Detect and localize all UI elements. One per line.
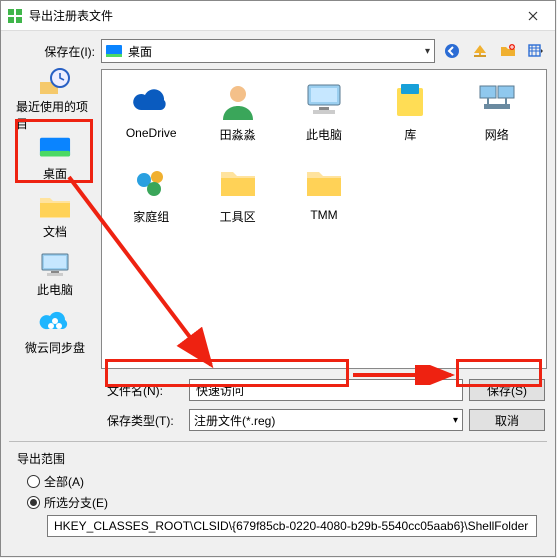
titlebar: 导出注册表文件 bbox=[1, 1, 555, 31]
save-in-combo[interactable]: 桌面 ▾ bbox=[101, 39, 435, 63]
view-menu-button[interactable] bbox=[525, 40, 547, 62]
cancel-button[interactable]: 取消 bbox=[469, 409, 545, 431]
save-in-label: 保存在(I): bbox=[9, 43, 95, 60]
item-label: 此电脑 bbox=[306, 126, 342, 143]
save-button-label: 保存(S) bbox=[487, 382, 527, 399]
places-cloud-label: 微云同步盘 bbox=[25, 339, 85, 356]
radio-branch-label: 所选分支(E) bbox=[44, 494, 108, 511]
export-section: 导出范围 全部(A) 所选分支(E) HKEY_CLASSES_ROOT\CLS… bbox=[9, 448, 547, 545]
filename-label: 文件名(N): bbox=[107, 382, 183, 399]
chevron-down-icon: ▾ bbox=[453, 415, 458, 426]
toolbar bbox=[441, 40, 547, 62]
user-icon bbox=[217, 80, 259, 122]
item-label: 库 bbox=[404, 126, 416, 143]
places-cloud[interactable]: 微云同步盘 bbox=[15, 305, 95, 359]
save-in-row: 保存在(I): 桌面 ▾ bbox=[9, 39, 547, 63]
folder-icon bbox=[217, 162, 259, 204]
separator bbox=[9, 441, 547, 442]
bottom-inputs: 文件名(N): 快速访问 保存(S) 保存类型(T): 注册文件(*.reg) … bbox=[101, 369, 547, 435]
close-button[interactable] bbox=[511, 1, 555, 31]
item-onedrive[interactable]: OneDrive bbox=[110, 80, 192, 150]
save-button[interactable]: 保存(S) bbox=[469, 379, 545, 401]
places-thispc[interactable]: 此电脑 bbox=[15, 247, 95, 301]
folder-icon bbox=[39, 193, 71, 221]
places-desktop-label: 桌面 bbox=[43, 165, 67, 182]
libraries-icon bbox=[389, 80, 431, 122]
folder-icon bbox=[303, 162, 345, 204]
filename-input[interactable]: 快速访问 bbox=[189, 379, 463, 401]
cancel-button-label: 取消 bbox=[495, 412, 519, 429]
cloud-icon bbox=[130, 80, 172, 122]
item-homegroup[interactable]: 家庭组 bbox=[110, 162, 192, 232]
file-pane[interactable]: OneDrive 田淼淼 此电脑 库 bbox=[101, 69, 547, 369]
filetype-value: 注册文件(*.reg) bbox=[194, 412, 275, 429]
back-button[interactable] bbox=[441, 40, 463, 62]
radio-icon bbox=[27, 475, 40, 488]
new-folder-button[interactable] bbox=[497, 40, 519, 62]
window-title: 导出注册表文件 bbox=[29, 7, 511, 24]
item-user[interactable]: 田淼淼 bbox=[196, 80, 278, 150]
filetype-combo[interactable]: 注册文件(*.reg) ▾ bbox=[189, 409, 463, 431]
item-label: 家庭组 bbox=[133, 208, 169, 225]
radio-all-label: 全部(A) bbox=[44, 473, 84, 490]
desktop-icon bbox=[106, 45, 122, 57]
monitor-icon bbox=[39, 251, 71, 279]
item-label: 网络 bbox=[485, 126, 509, 143]
item-label: TMM bbox=[310, 208, 337, 222]
dialog-body: 保存在(I): 桌面 ▾ bbox=[1, 31, 555, 556]
desktop-large-icon bbox=[39, 135, 71, 163]
item-folder-tmm[interactable]: TMM bbox=[283, 162, 365, 232]
item-thispc[interactable]: 此电脑 bbox=[283, 80, 365, 150]
app-icon bbox=[7, 8, 23, 24]
places-documents-label: 文档 bbox=[43, 223, 67, 240]
chevron-down-icon: ▾ bbox=[425, 46, 430, 57]
filename-value: 快速访问 bbox=[196, 382, 244, 399]
item-libraries[interactable]: 库 bbox=[369, 80, 451, 150]
places-thispc-label: 此电脑 bbox=[37, 281, 73, 298]
branch-path-input[interactable]: HKEY_CLASSES_ROOT\CLSID\{679f85cb-0220-4… bbox=[47, 515, 537, 537]
branch-path-value: HKEY_CLASSES_ROOT\CLSID\{679f85cb-0220-4… bbox=[54, 519, 528, 533]
places-recent[interactable]: 最近使用的项目 bbox=[15, 73, 95, 127]
clock-icon bbox=[39, 68, 71, 96]
item-label: 工具区 bbox=[220, 208, 256, 225]
network-icon bbox=[476, 80, 518, 122]
item-folder-tools[interactable]: 工具区 bbox=[196, 162, 278, 232]
monitor-icon bbox=[303, 80, 345, 122]
middle-row: 最近使用的项目 桌面 文档 bbox=[9, 69, 547, 369]
up-button[interactable] bbox=[469, 40, 491, 62]
cloud-icon bbox=[39, 309, 71, 337]
filename-row: 文件名(N): 快速访问 保存(S) bbox=[107, 379, 545, 401]
radio-branch[interactable]: 所选分支(E) bbox=[27, 494, 539, 511]
radio-all[interactable]: 全部(A) bbox=[27, 473, 539, 490]
dialog-window: 导出注册表文件 保存在(I): 桌面 ▾ bbox=[0, 0, 556, 557]
item-label: OneDrive bbox=[126, 126, 177, 140]
places-documents[interactable]: 文档 bbox=[15, 189, 95, 243]
places-desktop[interactable]: 桌面 bbox=[15, 131, 95, 185]
export-title: 导出范围 bbox=[17, 450, 539, 467]
save-in-value: 桌面 bbox=[128, 43, 152, 60]
file-grid: OneDrive 田淼淼 此电脑 库 bbox=[110, 80, 538, 232]
homegroup-icon bbox=[130, 162, 172, 204]
item-label: 田淼淼 bbox=[220, 126, 256, 143]
places-bar: 最近使用的项目 桌面 文档 bbox=[9, 69, 101, 369]
places-recent-label: 最近使用的项目 bbox=[16, 98, 94, 132]
item-network[interactable]: 网络 bbox=[456, 80, 538, 150]
filetype-label: 保存类型(T): bbox=[107, 412, 183, 429]
radio-icon bbox=[27, 496, 40, 509]
filetype-row: 保存类型(T): 注册文件(*.reg) ▾ 取消 bbox=[107, 409, 545, 431]
